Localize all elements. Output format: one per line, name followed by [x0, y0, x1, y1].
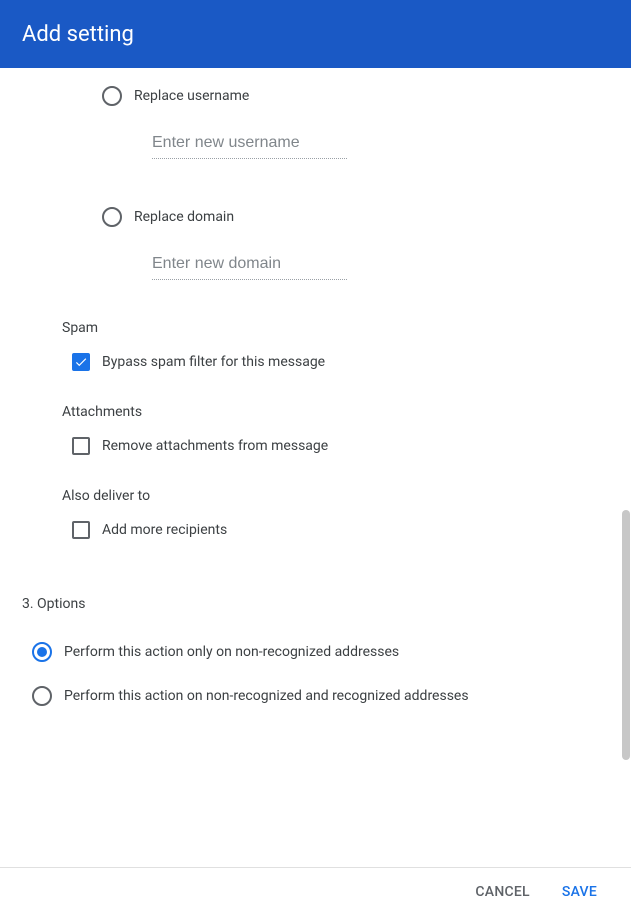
option-all-addresses-row[interactable]: Perform this action on non-recognized an… [0, 678, 631, 714]
dialog-title: Add setting [22, 22, 134, 47]
dialog-header: Add setting [0, 0, 631, 68]
dialog-footer: CANCEL SAVE [0, 867, 631, 915]
add-recipients-row[interactable]: Add more recipients [0, 512, 631, 548]
radio-icon[interactable] [102, 207, 122, 227]
dialog-content: Replace username Replace domain Spam Byp… [0, 68, 631, 868]
options-header: 3. Options [0, 596, 631, 612]
checkbox-icon[interactable] [72, 437, 90, 455]
bypass-spam-row[interactable]: Bypass spam filter for this message [0, 344, 631, 380]
save-button[interactable]: SAVE [550, 876, 609, 908]
radio-icon[interactable] [102, 86, 122, 106]
replace-username-label: Replace username [134, 88, 249, 104]
remove-attachments-label: Remove attachments from message [102, 438, 328, 454]
cancel-button[interactable]: CANCEL [463, 876, 541, 908]
domain-input[interactable] [152, 249, 347, 280]
remove-attachments-row[interactable]: Remove attachments from message [0, 428, 631, 464]
checkbox-icon[interactable] [72, 353, 90, 371]
check-icon [74, 355, 88, 369]
checkbox-icon[interactable] [72, 521, 90, 539]
domain-input-row [0, 249, 631, 280]
deliver-section-label: Also deliver to [0, 488, 631, 504]
username-input[interactable] [152, 128, 347, 159]
radio-icon[interactable] [32, 642, 52, 662]
add-recipients-label: Add more recipients [102, 522, 227, 538]
replace-domain-row[interactable]: Replace domain [0, 199, 631, 235]
bypass-spam-label: Bypass spam filter for this message [102, 354, 325, 370]
username-input-row [0, 128, 631, 159]
radio-icon[interactable] [32, 686, 52, 706]
option-nonrecognized-only-label: Perform this action only on non-recogniz… [64, 644, 399, 660]
spam-section-label: Spam [0, 320, 631, 336]
option-nonrecognized-only-row[interactable]: Perform this action only on non-recogniz… [0, 634, 631, 670]
attachments-section-label: Attachments [0, 404, 631, 420]
option-all-addresses-label: Perform this action on non-recognized an… [64, 688, 469, 704]
replace-username-row[interactable]: Replace username [0, 78, 631, 114]
radio-inner-icon [37, 647, 47, 657]
scrollbar[interactable] [622, 510, 630, 760]
replace-domain-label: Replace domain [134, 209, 234, 225]
